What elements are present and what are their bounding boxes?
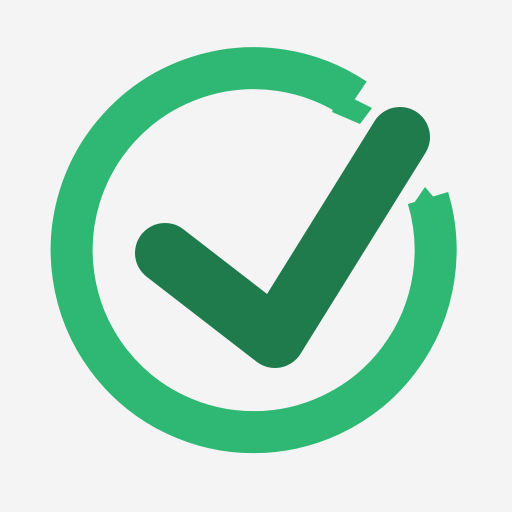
icon-canvas xyxy=(0,0,512,512)
checkmark-circle-icon xyxy=(0,0,512,512)
